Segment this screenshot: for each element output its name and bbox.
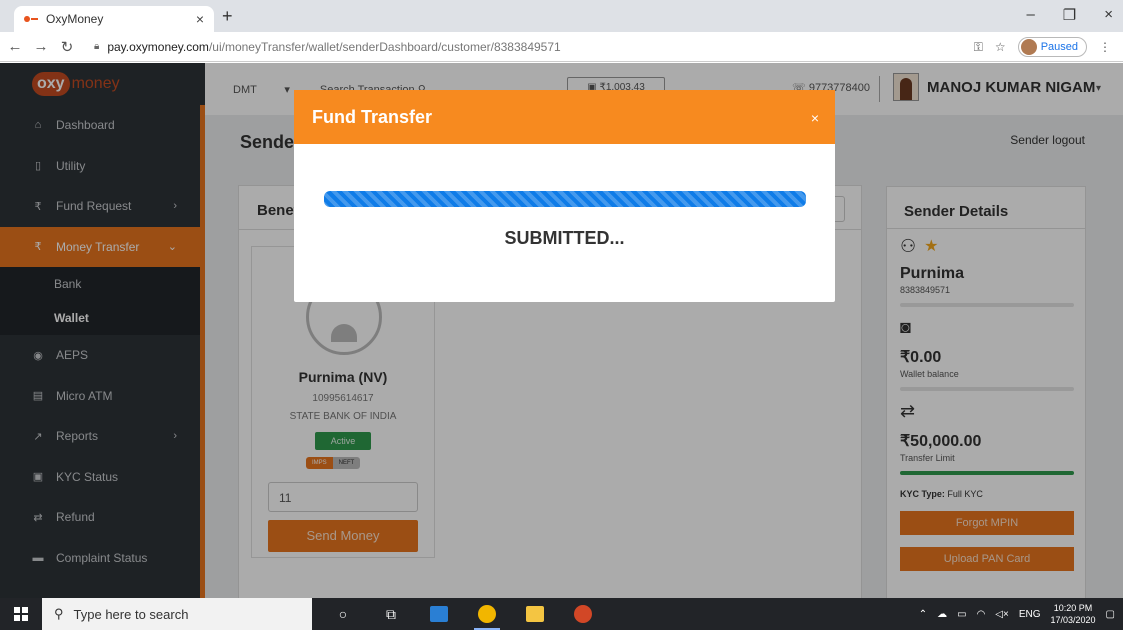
tab-title: OxyMoney [46, 12, 104, 26]
url-input[interactable]: pay.oxymoney.com/ui/moneyTransfer/wallet… [107, 40, 560, 54]
language-indicator[interactable]: ENG [1019, 609, 1041, 620]
minimize-button[interactable]: – [1026, 6, 1034, 24]
volume-icon[interactable]: ◁× [995, 609, 1009, 620]
clock-time: 10:20 PM [1053, 603, 1093, 613]
restore-button[interactable]: ❐ [1063, 6, 1076, 24]
oxymoney-favicon-icon [24, 14, 38, 24]
lock-icon[interactable]: 🔒︎ [94, 41, 99, 52]
close-icon[interactable]: × [811, 110, 819, 126]
profile-button[interactable]: Paused [1017, 37, 1087, 57]
cloud-icon[interactable]: ☁ [937, 609, 947, 620]
powerpoint-icon[interactable] [568, 598, 598, 630]
url-path: /ui/moneyTransfer/wallet/senderDashboard… [208, 39, 561, 54]
forward-icon[interactable]: → [30, 38, 52, 55]
fund-transfer-modal: Fund Transfer × SUBMITTED... [294, 90, 835, 302]
outlook-icon[interactable] [424, 598, 454, 630]
wifi-icon[interactable]: ◠ [977, 609, 986, 620]
profile-status: Paused [1040, 41, 1078, 53]
clock-date: 17/03/2020 [1050, 615, 1096, 625]
progress-bar [324, 191, 806, 207]
chrome-icon[interactable] [472, 598, 502, 630]
file-explorer-icon[interactable] [520, 598, 550, 630]
search-icon: ⚲ [54, 606, 64, 621]
windows-taskbar: ⚲ Type here to search ○ ⧉ ⌃ ☁ ▭ ◠ ◁× ENG… [0, 598, 1123, 630]
omnibar-actions: ⚿ ☆ Paused ⋮ [974, 37, 1111, 57]
taskbar-apps: ○ ⧉ [328, 598, 598, 630]
bookmark-star-icon[interactable]: ☆ [995, 40, 1006, 54]
task-view-icon[interactable]: ⧉ [376, 598, 406, 630]
battery-icon[interactable]: ▭ [957, 609, 966, 620]
modal-title: Fund Transfer [312, 106, 433, 127]
key-icon[interactable]: ⚿ [974, 40, 983, 55]
address-bar-row: ← → ↻ 🔒︎ pay.oxymoney.com/ui/moneyTransf… [0, 32, 1123, 62]
cortana-icon[interactable]: ○ [328, 598, 358, 630]
window-controls: – ❐ × [1026, 6, 1113, 24]
browser-tab-bar: OxyMoney × + – ❐ × [0, 0, 1123, 32]
back-icon[interactable]: ← [4, 38, 26, 55]
tray-overflow-icon[interactable]: ⌃ [919, 609, 927, 620]
system-tray: ⌃ ☁ ▭ ◠ ◁× ENG 10:20 PM 17/03/2020 ▢ [919, 598, 1115, 630]
screen: OxyMoney × + – ❐ × ← → ↻ 🔒︎ pay.oxymoney… [0, 0, 1123, 630]
modal-header: Fund Transfer × [294, 90, 835, 144]
notification-icon[interactable]: ▢ [1106, 609, 1115, 620]
close-window-button[interactable]: × [1104, 6, 1113, 24]
windows-logo-icon [14, 607, 28, 621]
taskbar-search-box[interactable]: ⚲ Type here to search [42, 598, 312, 630]
new-tab-button[interactable]: + [222, 6, 233, 27]
url-host: pay.oxymoney.com [107, 39, 209, 54]
clock[interactable]: 10:20 PM 17/03/2020 [1051, 602, 1096, 626]
start-button[interactable] [0, 598, 42, 630]
tab-close-icon[interactable]: × [196, 11, 204, 27]
modal-status-message: SUBMITTED... [504, 228, 625, 248]
browser-tab[interactable]: OxyMoney × [14, 6, 214, 32]
browser-menu-icon[interactable]: ⋮ [1099, 40, 1111, 54]
profile-avatar [1020, 39, 1037, 55]
reload-icon[interactable]: ↻ [56, 38, 78, 56]
taskbar-search-placeholder: Type here to search [73, 606, 189, 622]
